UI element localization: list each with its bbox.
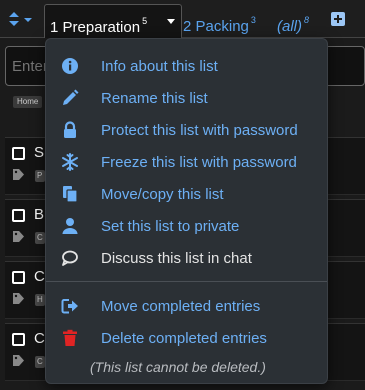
menu-item-move-copy[interactable]: Move/copy this list <box>46 178 327 210</box>
snowflake-icon <box>62 153 78 171</box>
tag-chip[interactable]: C <box>35 356 45 368</box>
tab-label: (all) <box>277 18 302 35</box>
entry-checkbox[interactable] <box>12 209 25 222</box>
menu-item-delete-completed[interactable]: Delete completed entries <box>46 322 327 354</box>
copy-icon <box>63 186 78 203</box>
menu-item-label: Rename this list <box>101 90 208 107</box>
entry-text: C <box>34 268 45 285</box>
add-list-button[interactable] <box>331 12 345 26</box>
menu-divider <box>46 281 327 282</box>
menu-item-label: Delete completed entries <box>101 330 267 347</box>
entry-text: B <box>34 206 45 223</box>
menu-item-label: Info about this list <box>101 58 218 75</box>
user-icon <box>62 218 78 234</box>
tag-chip[interactable]: H <box>35 294 45 306</box>
tags-icon <box>13 355 24 366</box>
menu-item-label: Discuss this list in chat <box>101 250 252 267</box>
tab-label: 2 Packing <box>183 18 249 35</box>
menu-item-move-completed[interactable]: Move completed entries <box>46 290 327 322</box>
lock-icon <box>64 121 76 138</box>
menu-item-discuss[interactable]: Discuss this list in chat <box>46 242 327 274</box>
pencil-icon <box>63 89 79 105</box>
home-tag-chip[interactable]: Home <box>13 96 43 108</box>
tags-icon <box>13 293 24 304</box>
tab-all[interactable]: (all) 8 <box>277 4 309 38</box>
entry-text: S <box>34 144 45 161</box>
tab-count: 5 <box>142 16 148 26</box>
info-circle-icon <box>62 58 78 74</box>
tab-bar: 1 Preparation 5 2 Packing 3 (all) 8 <box>0 0 365 38</box>
entry-checkbox[interactable] <box>12 147 25 160</box>
tags-icon <box>13 231 24 242</box>
tag-chip[interactable]: C <box>35 232 45 244</box>
menu-item-label: Set this list to private <box>101 218 240 235</box>
entry-text: C <box>34 330 45 347</box>
share-arrow-icon <box>61 299 78 314</box>
list-options-menu: Info about this list Rename this list Pr… <box>45 38 328 384</box>
menu-item-label: Move/copy this list <box>101 186 224 203</box>
menu-item-info[interactable]: Info about this list <box>46 50 327 82</box>
menu-item-label: Freeze this list with password <box>101 154 297 171</box>
entry-checkbox[interactable] <box>12 271 25 284</box>
tab-count: 3 <box>250 15 256 25</box>
tab-label: 1 Preparation <box>50 19 141 36</box>
app: 1 Preparation5 2 Packing3 (all)8 Home S … <box>0 0 365 390</box>
menu-item-protect[interactable]: Protect this list with password <box>46 114 327 146</box>
tags-icon <box>13 169 24 180</box>
sort-dropdown-button[interactable] <box>6 10 36 28</box>
chat-bubble-icon <box>62 250 78 266</box>
entry-checkbox[interactable] <box>12 333 25 346</box>
menu-item-private[interactable]: Set this list to private <box>46 210 327 242</box>
trash-icon <box>63 329 77 346</box>
menu-item-label: Protect this list with password <box>101 122 298 139</box>
tab-preparation[interactable]: 1 Preparation 5 <box>44 4 182 38</box>
menu-item-rename[interactable]: Rename this list <box>46 82 327 114</box>
tag-chip[interactable]: P <box>35 170 45 182</box>
sort-icon <box>9 12 32 26</box>
cannot-delete-note: (This list cannot be deleted.) <box>90 359 266 375</box>
menu-item-label: Move completed entries <box>101 298 261 315</box>
menu-item-freeze[interactable]: Freeze this list with password <box>46 146 327 178</box>
tab-count: 8 <box>304 15 310 25</box>
tab-packing[interactable]: 2 Packing 3 <box>183 4 256 38</box>
caret-down-icon[interactable] <box>167 19 175 24</box>
